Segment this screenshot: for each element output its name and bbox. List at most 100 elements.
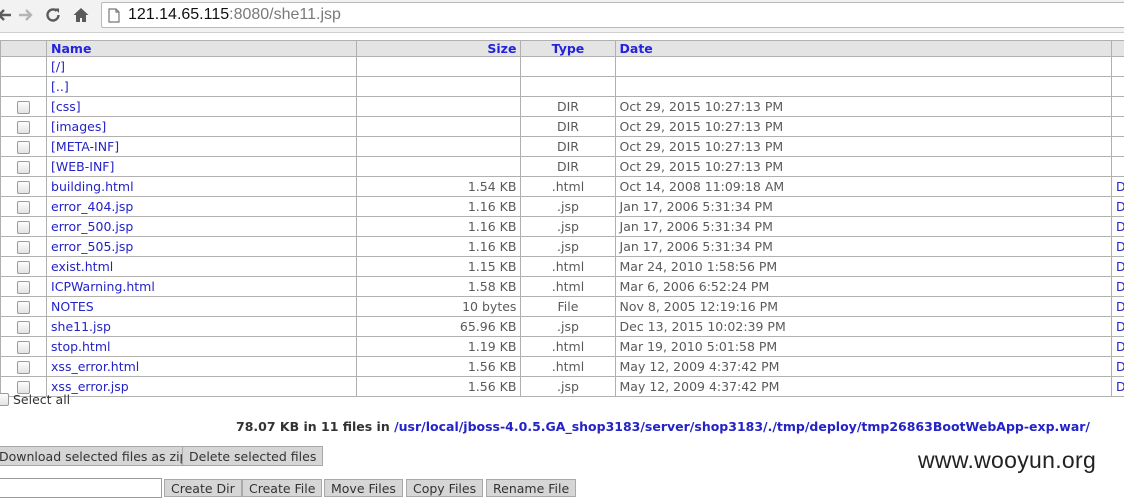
row-checkbox[interactable] bbox=[17, 261, 30, 274]
row-action-link[interactable]: Do bbox=[1116, 259, 1124, 274]
row-type: DIR bbox=[521, 117, 615, 137]
row-date bbox=[615, 57, 1111, 77]
file-name-link[interactable]: she11.jsp bbox=[51, 319, 111, 334]
row-checkbox[interactable] bbox=[17, 221, 30, 234]
file-name-link[interactable]: xss_error.html bbox=[51, 359, 139, 374]
browser-toolbar: 121.14.65.115:8080/she11.jsp bbox=[0, 0, 1124, 33]
row-size: 1.54 KB bbox=[357, 177, 521, 197]
row-size bbox=[357, 77, 521, 97]
forward-arrow-icon[interactable] bbox=[14, 4, 36, 26]
download-zip-button[interactable]: Download selected files as zip bbox=[0, 446, 194, 466]
row-checkbox[interactable] bbox=[17, 301, 30, 314]
row-type bbox=[521, 77, 615, 97]
home-icon[interactable] bbox=[70, 4, 92, 26]
select-all-checkbox[interactable] bbox=[0, 393, 9, 406]
row-checkbox-cell bbox=[1, 77, 47, 97]
file-name-link[interactable]: NOTES bbox=[51, 299, 94, 314]
row-date: Mar 6, 2006 6:52:24 PM bbox=[615, 277, 1111, 297]
table-row: [META-INF]DIROct 29, 2015 10:27:13 PM bbox=[1, 137, 1124, 157]
row-name-cell: error_505.jsp bbox=[47, 237, 357, 257]
select-all[interactable]: Select all bbox=[0, 392, 70, 407]
row-checkbox[interactable] bbox=[17, 361, 30, 374]
row-action-cell bbox=[1111, 157, 1124, 177]
row-action-cell bbox=[1111, 117, 1124, 137]
row-checkbox[interactable] bbox=[17, 141, 30, 154]
row-checkbox[interactable] bbox=[17, 201, 30, 214]
row-action-link[interactable]: Do bbox=[1116, 359, 1124, 374]
row-date: Jan 17, 2006 5:31:34 PM bbox=[615, 197, 1111, 217]
select-all-label: Select all bbox=[13, 392, 70, 407]
row-action-cell: Do bbox=[1111, 317, 1124, 337]
row-action-link[interactable]: Do bbox=[1116, 239, 1124, 254]
rename-file-button[interactable]: Rename File bbox=[486, 479, 576, 497]
summary-line: 78.07 KB in 11 files in /usr/local/jboss… bbox=[236, 419, 1090, 434]
row-action-link[interactable]: Do bbox=[1116, 279, 1124, 294]
row-action-link[interactable]: Do bbox=[1116, 299, 1124, 314]
delete-selected-button[interactable]: Delete selected files bbox=[182, 446, 323, 466]
header-name[interactable]: Name bbox=[47, 41, 357, 57]
file-name-link[interactable]: [css] bbox=[51, 99, 81, 114]
row-size: 1.58 KB bbox=[357, 277, 521, 297]
create-file-button[interactable]: Create File bbox=[242, 479, 322, 497]
file-name-link[interactable]: [images] bbox=[51, 119, 106, 134]
create-dir-button[interactable]: Create Dir bbox=[164, 479, 242, 497]
row-action-cell: Do bbox=[1111, 277, 1124, 297]
row-checkbox-cell bbox=[1, 237, 47, 257]
row-size bbox=[357, 57, 521, 77]
row-action-link[interactable]: Do bbox=[1116, 339, 1124, 354]
row-name-cell: [images] bbox=[47, 117, 357, 137]
row-date: May 12, 2009 4:37:42 PM bbox=[615, 357, 1111, 377]
row-checkbox-cell bbox=[1, 337, 47, 357]
file-name-link[interactable]: stop.html bbox=[51, 339, 110, 354]
row-date: Nov 8, 2005 12:19:16 PM bbox=[615, 297, 1111, 317]
row-checkbox[interactable] bbox=[17, 181, 30, 194]
row-name-cell: [META-INF] bbox=[47, 137, 357, 157]
file-name-link[interactable]: [META-INF] bbox=[51, 139, 119, 154]
row-checkbox[interactable] bbox=[17, 121, 30, 134]
row-checkbox[interactable] bbox=[17, 281, 30, 294]
file-name-link[interactable]: error_505.jsp bbox=[51, 239, 133, 254]
file-name-link[interactable]: exist.html bbox=[51, 259, 113, 274]
file-name-link[interactable]: [..] bbox=[51, 79, 69, 94]
row-size: 65.96 KB bbox=[357, 317, 521, 337]
header-size[interactable]: Size bbox=[357, 41, 521, 57]
file-name-link[interactable]: [/] bbox=[51, 59, 65, 74]
row-date: Dec 13, 2015 10:02:39 PM bbox=[615, 317, 1111, 337]
file-table-body: [/] [..] [css] DIROct 29, 2015 10:27:13 PM [… bbox=[1, 57, 1124, 397]
row-type: .html bbox=[521, 177, 615, 197]
file-name-link[interactable]: [WEB-INF] bbox=[51, 159, 114, 174]
row-type: .jsp bbox=[521, 317, 615, 337]
row-type: .html bbox=[521, 357, 615, 377]
row-action-cell bbox=[1111, 77, 1124, 97]
filename-input[interactable] bbox=[0, 478, 162, 498]
row-action-link[interactable]: Do bbox=[1116, 379, 1124, 394]
file-name-link[interactable]: building.html bbox=[51, 179, 134, 194]
copy-files-button[interactable]: Copy Files bbox=[406, 479, 483, 497]
row-date: Oct 29, 2015 10:27:13 PM bbox=[615, 157, 1111, 177]
row-action-cell bbox=[1111, 137, 1124, 157]
row-checkbox[interactable] bbox=[17, 321, 30, 334]
row-checkbox[interactable] bbox=[17, 101, 30, 114]
row-checkbox[interactable] bbox=[17, 241, 30, 254]
table-row: stop.html1.19 KB.htmlMar 19, 2010 5:01:5… bbox=[1, 337, 1124, 357]
row-action-link[interactable]: Do bbox=[1116, 219, 1124, 234]
file-name-link[interactable]: error_500.jsp bbox=[51, 219, 133, 234]
row-action-cell: Do bbox=[1111, 257, 1124, 277]
row-action-link[interactable]: Do bbox=[1116, 319, 1124, 334]
header-type[interactable]: Type bbox=[521, 41, 615, 57]
row-checkbox[interactable] bbox=[17, 341, 30, 354]
file-name-link[interactable]: error_404.jsp bbox=[51, 199, 133, 214]
row-checkbox-cell bbox=[1, 117, 47, 137]
row-action-link[interactable]: Do bbox=[1116, 199, 1124, 214]
row-type: DIR bbox=[521, 137, 615, 157]
file-name-link[interactable]: ICPWarning.html bbox=[51, 279, 155, 294]
reload-icon[interactable] bbox=[42, 4, 64, 26]
row-action-link[interactable]: Do bbox=[1116, 179, 1124, 194]
row-size bbox=[357, 137, 521, 157]
move-files-button[interactable]: Move Files bbox=[324, 479, 403, 497]
row-date: Mar 24, 2010 1:58:56 PM bbox=[615, 257, 1111, 277]
row-checkbox[interactable] bbox=[17, 161, 30, 174]
header-date[interactable]: Date bbox=[615, 41, 1111, 57]
address-bar[interactable]: 121.14.65.115:8080/she11.jsp bbox=[101, 2, 1124, 28]
row-name-cell: xss_error.jsp bbox=[47, 377, 357, 397]
